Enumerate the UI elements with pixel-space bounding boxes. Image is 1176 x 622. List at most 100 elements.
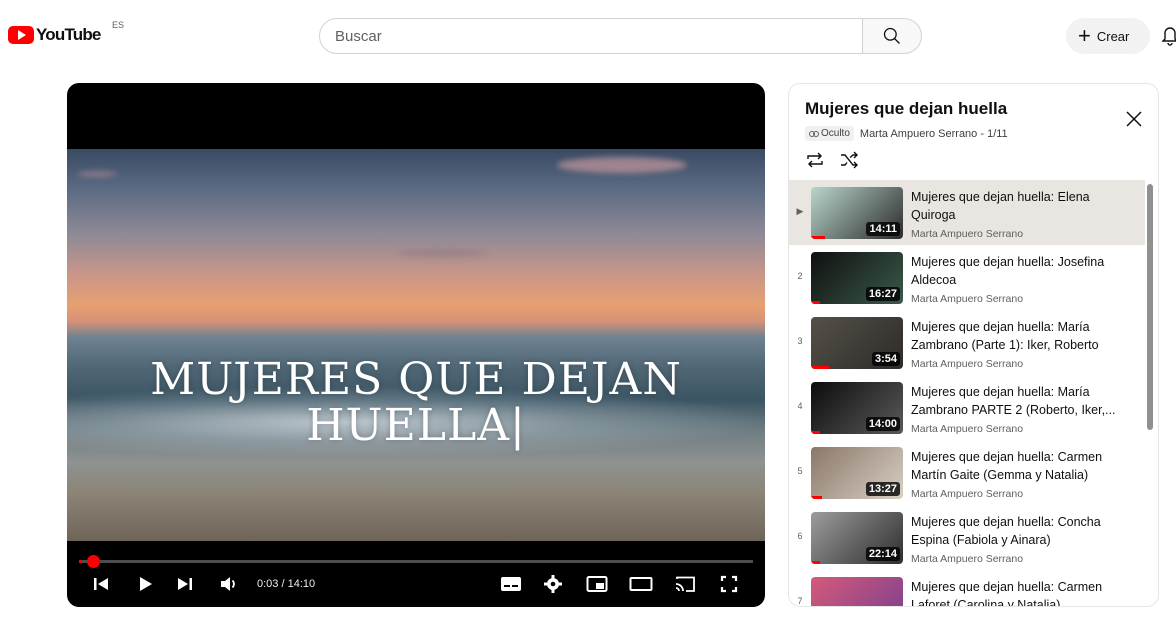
- masthead: YouTube ES Buscar + Crear: [0, 0, 1176, 72]
- miniplayer-button[interactable]: [585, 572, 609, 596]
- skip-next-icon: [178, 578, 192, 590]
- playlist-item-channel: Marta Ampuero Serrano: [911, 553, 1024, 565]
- playlist-title[interactable]: Mujeres que dejan huella: [805, 99, 1007, 119]
- video-frame[interactable]: MUJERES QUE DEJAN HUELLA|: [67, 149, 765, 541]
- playlist-item[interactable]: 7 Mujeres que dejan huella: Carmen Lafore…: [789, 570, 1145, 606]
- duration-badge: 14:00: [865, 417, 900, 431]
- watched-progress-bar: [811, 431, 821, 434]
- playlist-item-title[interactable]: Mujeres que dejan huella: Elena Quiroga: [911, 188, 1136, 224]
- watched-progress-bar: [811, 366, 830, 369]
- playlist-item-channel: Marta Ampuero Serrano: [911, 423, 1024, 435]
- watched-progress-bar: [811, 301, 821, 304]
- theater-mode-icon: [629, 577, 653, 591]
- playlist-item-title[interactable]: Mujeres que dejan huella: Concha Espina …: [911, 513, 1136, 549]
- search-icon: [883, 27, 900, 44]
- link-icon: [809, 130, 819, 137]
- playlist-meta-row: Oculto Marta Ampuero Serrano - 1/11: [805, 126, 1008, 141]
- duration-badge: 3:54: [871, 352, 900, 366]
- youtube-play-icon: [8, 26, 34, 44]
- progress-bar[interactable]: [79, 555, 753, 568]
- volume-icon: [221, 577, 235, 591]
- create-button[interactable]: + Crear: [1066, 18, 1150, 54]
- play-button[interactable]: [133, 572, 157, 596]
- video-thumbnail[interactable]: 14:00: [811, 382, 903, 434]
- notifications-bell-icon[interactable]: [1162, 24, 1176, 46]
- playlist-item-channel: Marta Ampuero Serrano: [911, 293, 1024, 305]
- video-player[interactable]: MUJERES QUE DEJAN HUELLA| 0:03 / 14:10: [67, 83, 765, 607]
- playlist-item-title[interactable]: Mujeres que dejan huella: María Zambrano…: [911, 383, 1136, 419]
- now-playing-indicator: ▶: [796, 206, 804, 216]
- fullscreen-button[interactable]: [717, 572, 741, 596]
- playlist-item-channel: Marta Ampuero Serrano: [911, 358, 1024, 370]
- video-thumbnail[interactable]: 3:54: [811, 317, 903, 369]
- duration-badge: 14:11: [866, 222, 900, 236]
- playlist-item-title[interactable]: Mujeres que dejan huella: Josefina Aldec…: [911, 253, 1136, 289]
- theater-mode-button[interactable]: [629, 572, 653, 596]
- playlist-item-index: 4: [797, 401, 803, 411]
- duration-badge: 22:14: [865, 547, 900, 561]
- playlist-item[interactable]: 4 14:00 Mujeres que dejan huella: María Za…: [789, 375, 1145, 440]
- visibility-label: Oculto: [821, 128, 850, 139]
- create-label: Crear: [1096, 28, 1130, 44]
- volume-button[interactable]: [217, 572, 241, 596]
- playlist-panel: Mujeres que dejan huella Oculto Marta Am…: [788, 83, 1159, 607]
- settings-button[interactable]: [541, 572, 565, 596]
- video-thumbnail[interactable]: 13:27: [811, 447, 903, 499]
- cast-icon: [675, 576, 695, 592]
- playlist-item-index: 6: [797, 531, 803, 541]
- playlist-item-title[interactable]: Mujeres que dejan huella: Carmen Laforet…: [911, 578, 1136, 606]
- video-thumbnail[interactable]: 14:11: [811, 187, 903, 239]
- duration-badge: 13:27: [865, 482, 900, 496]
- playlist-item[interactable]: 6 22:14 Mujeres que dejan huella: Concha E…: [789, 505, 1145, 570]
- time-display: 0:03 / 14:10: [257, 578, 316, 590]
- cloud-shape: [77, 171, 117, 177]
- logo-text: YouTube: [36, 25, 101, 44]
- overlay-line-2: HUELLA|: [306, 400, 526, 452]
- shuffle-icon[interactable]: [839, 151, 859, 169]
- plus-icon: +: [1078, 23, 1091, 48]
- subtitles-icon: [501, 577, 521, 591]
- cast-button[interactable]: [673, 572, 697, 596]
- cloud-shape: [397, 249, 487, 257]
- playlist-item[interactable]: 3 3:54 Mujeres que dejan huella: María Zam…: [789, 310, 1145, 375]
- video-thumbnail[interactable]: [811, 577, 903, 606]
- miniplayer-icon: [586, 576, 608, 592]
- youtube-logo[interactable]: YouTube: [8, 25, 101, 45]
- playlist-actions: [805, 151, 859, 169]
- video-thumbnail[interactable]: 16:27: [811, 252, 903, 304]
- overlay-line-1: MUJERES QUE DEJAN: [150, 354, 682, 405]
- playlist-item-title[interactable]: Mujeres que dejan huella: María Zambrano…: [911, 318, 1136, 354]
- playlist-item[interactable]: 2 16:27 Mujeres que dejan huella: Josefina…: [789, 245, 1145, 310]
- playlist-owner-position[interactable]: Marta Ampuero Serrano - 1/11: [860, 128, 1008, 140]
- playlist-item-index: 3: [797, 336, 803, 346]
- country-code: ES: [112, 20, 125, 30]
- watched-progress-bar: [811, 561, 821, 564]
- watched-progress-bar: [811, 496, 823, 499]
- playlist-item[interactable]: ▶ 14:11 Mujeres que dejan huella: Elena Qu…: [789, 180, 1145, 245]
- video-thumbnail[interactable]: 22:14: [811, 512, 903, 564]
- watched-progress-bar: [811, 236, 825, 239]
- next-button[interactable]: [173, 572, 197, 596]
- play-icon: [140, 577, 152, 591]
- fullscreen-icon: [720, 575, 738, 593]
- cloud-shape: [557, 157, 687, 173]
- playlist-item-index: 5: [797, 466, 803, 476]
- search-button[interactable]: [862, 18, 922, 54]
- search-input[interactable]: Buscar: [319, 18, 863, 54]
- playlist-item-title[interactable]: Mujeres que dejan huella: Carmen Martín …: [911, 448, 1136, 484]
- previous-button[interactable]: [89, 572, 113, 596]
- skip-previous-icon: [94, 578, 108, 590]
- playlist-scrollbar[interactable]: [1147, 184, 1153, 430]
- playlist-item[interactable]: 5 13:27 Mujeres que dejan huella: Carmen M…: [789, 440, 1145, 505]
- playlist-item-index: 7: [797, 596, 803, 606]
- playlist-item-index: 2: [797, 271, 803, 281]
- playlist-item-channel: Marta Ampuero Serrano: [911, 488, 1024, 500]
- progress-fill: [79, 560, 82, 563]
- scrubber-handle[interactable]: [87, 555, 100, 568]
- search-placeholder: Buscar: [335, 27, 382, 45]
- loop-icon[interactable]: [805, 151, 825, 169]
- visibility-badge: Oculto: [805, 126, 854, 141]
- gear-icon: [544, 575, 562, 593]
- close-icon[interactable]: [1126, 111, 1142, 127]
- subtitles-button[interactable]: [499, 572, 523, 596]
